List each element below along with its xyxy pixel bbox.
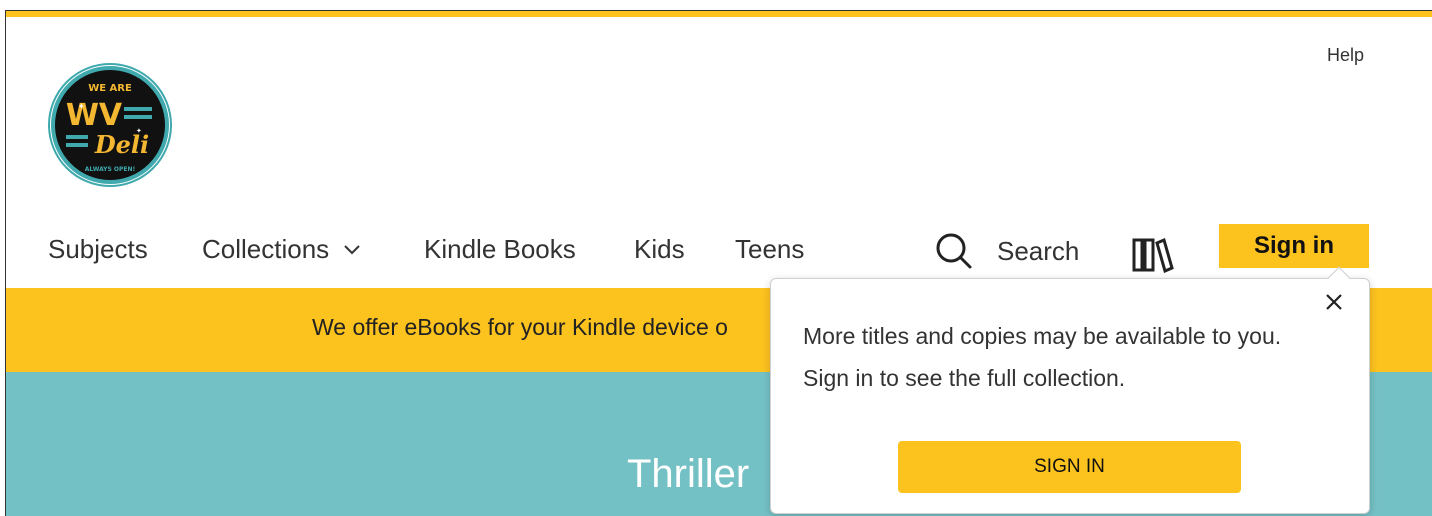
nav-collections[interactable]: Collections (202, 234, 361, 265)
close-icon[interactable] (1323, 291, 1345, 313)
logo-top-text: WE ARE (88, 83, 132, 94)
logo-main-text: WV (66, 98, 123, 133)
library-logo[interactable]: WE ARE WV Deli ALWAYS OPEN! ✦ ✦ (48, 63, 172, 187)
popover-message: More titles and copies may be available … (803, 315, 1363, 399)
search-icon (936, 233, 972, 269)
chevron-down-icon (344, 244, 360, 254)
sign-in-popover: More titles and copies may be available … (770, 266, 1370, 514)
popover-line-2: Sign in to see the full collection. (803, 365, 1126, 391)
search-button[interactable]: Search (935, 232, 1079, 270)
nav-teens[interactable]: Teens (735, 234, 804, 265)
logo-bottom-text: ALWAYS OPEN! (85, 166, 136, 173)
help-link[interactable]: Help (1327, 45, 1364, 66)
popover-sign-in-button[interactable]: SIGN IN (898, 441, 1241, 493)
sign-in-button[interactable]: Sign in (1219, 224, 1369, 268)
svg-text:✦: ✦ (78, 102, 85, 111)
svg-text:✦: ✦ (136, 127, 142, 135)
search-label: Search (997, 235, 1080, 266)
nav-subjects[interactable]: Subjects (48, 234, 148, 265)
nav-kindle-books[interactable]: Kindle Books (424, 234, 576, 265)
hero-title: Thriller (627, 452, 750, 496)
page: Help WE ARE WV Deli ALWAYS OPEN! ✦ ✦ Sub… (5, 10, 1432, 516)
nav-kids[interactable]: Kids (634, 234, 685, 265)
nav-collections-label: Collections (202, 234, 330, 264)
banner-text: We offer eBooks for your Kindle device o (312, 314, 728, 340)
popover-line-1: More titles and copies may be available … (803, 323, 1282, 349)
bookshelf-icon[interactable] (1131, 235, 1175, 273)
top-accent-strip (6, 10, 1432, 17)
